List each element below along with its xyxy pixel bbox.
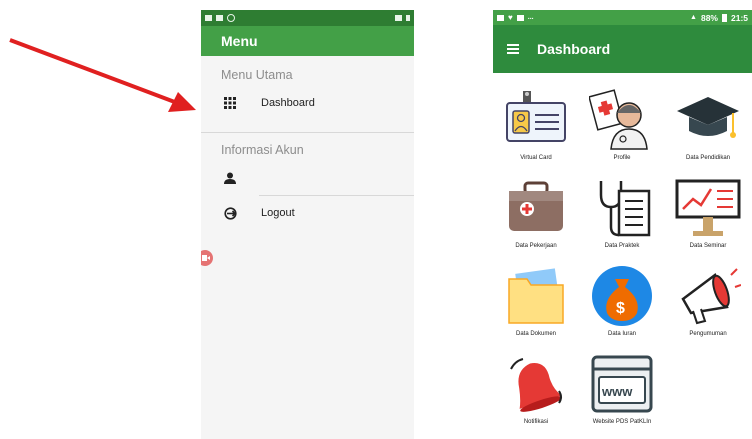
video-camera-icon bbox=[202, 255, 210, 261]
doctor-profile-icon bbox=[589, 89, 648, 150]
tile-label: Data Seminar bbox=[689, 243, 727, 249]
section-informasi-akun: Informasi Akun bbox=[221, 143, 304, 157]
menu-app-bar: Menu bbox=[201, 26, 414, 56]
www-browser-icon: www bbox=[591, 355, 653, 413]
tile-website-pds[interactable]: www Website PDS PatKLIn bbox=[579, 351, 665, 425]
medical-bag-icon bbox=[509, 181, 563, 231]
tile-notifikasi[interactable]: Notifikasi bbox=[493, 351, 579, 425]
signal-icon: ▲ bbox=[690, 14, 697, 21]
graduation-cap-icon bbox=[677, 97, 739, 138]
folder-icon bbox=[508, 268, 564, 324]
tile-label: Data Pekerjaan bbox=[515, 243, 557, 249]
tile-label: Notifikasi bbox=[523, 419, 549, 425]
person-icon bbox=[223, 171, 237, 185]
tile-label: Data Dokumen bbox=[515, 331, 557, 337]
virtual-card-icon bbox=[506, 91, 566, 142]
stethoscope-document-icon bbox=[599, 181, 651, 237]
dashboard-app-bar: Dashboard bbox=[493, 25, 752, 73]
tile-label: Profile bbox=[613, 155, 631, 161]
hamburger-icon[interactable] bbox=[507, 44, 519, 54]
status-bar bbox=[201, 10, 414, 26]
svg-text:$: $ bbox=[616, 300, 625, 317]
menu-item-profile[interactable] bbox=[201, 161, 414, 195]
menu-item-dashboard-label: Dashboard bbox=[261, 97, 315, 109]
pointer-arrow bbox=[9, 38, 196, 112]
megaphone-icon bbox=[681, 268, 741, 325]
clock-time: 21:5 bbox=[730, 12, 748, 23]
tile-data-seminar[interactable]: Data Seminar bbox=[665, 175, 751, 249]
tile-data-dokumen[interactable]: Data Dokumen bbox=[493, 263, 579, 337]
svg-text:www: www bbox=[601, 384, 633, 399]
menu-item-logout-label: Logout bbox=[261, 207, 295, 219]
money-bag-icon: $ bbox=[592, 266, 652, 326]
menu-item-dashboard[interactable]: Dashboard bbox=[201, 86, 414, 120]
tile-pengumuman[interactable]: Pengumuman bbox=[665, 263, 751, 337]
tile-data-praktek[interactable]: Data Praktek bbox=[579, 175, 665, 249]
apps-grid-icon bbox=[223, 96, 237, 110]
menu-title: Menu bbox=[221, 33, 258, 49]
tile-data-pendidikan[interactable]: Data Pendidikan bbox=[665, 87, 751, 161]
tile-label: Data Praktek bbox=[604, 243, 640, 249]
tile-data-iuran[interactable]: $ Data Iuran bbox=[579, 263, 665, 337]
dashboard-screen: ♥ ... ▲ 88% 21:5 Dashboard Virtual Card … bbox=[493, 10, 752, 439]
status-bar: ♥ ... ▲ 88% 21:5 bbox=[493, 10, 752, 25]
tile-label: Data Pendidikan bbox=[685, 155, 731, 161]
tile-virtual-card[interactable]: Virtual Card bbox=[493, 87, 579, 161]
tile-label: Virtual Card bbox=[520, 155, 552, 161]
tile-label: Pengumuman bbox=[689, 331, 727, 337]
section-menu-utama: Menu Utama bbox=[221, 68, 293, 82]
tile-label: Data Iuran bbox=[607, 331, 637, 337]
battery-icon bbox=[721, 13, 727, 22]
presentation-board-icon bbox=[675, 179, 741, 236]
menu-screen: Menu Menu Utama Dashboard Informasi Akun bbox=[201, 10, 414, 439]
floating-video-button[interactable] bbox=[201, 250, 213, 266]
menu-item-logout[interactable]: Logout bbox=[201, 196, 414, 230]
dashboard-title: Dashboard bbox=[537, 41, 611, 57]
battery-percent: 88% bbox=[700, 12, 718, 23]
tile-data-pekerjaan[interactable]: Data Pekerjaan bbox=[493, 175, 579, 249]
logout-icon bbox=[223, 206, 237, 220]
heart-icon: ♥ bbox=[508, 13, 513, 22]
tile-profile[interactable]: Profile bbox=[579, 87, 665, 161]
tile-label: Website PDS PatKLIn bbox=[592, 419, 652, 425]
bell-icon bbox=[510, 358, 563, 412]
